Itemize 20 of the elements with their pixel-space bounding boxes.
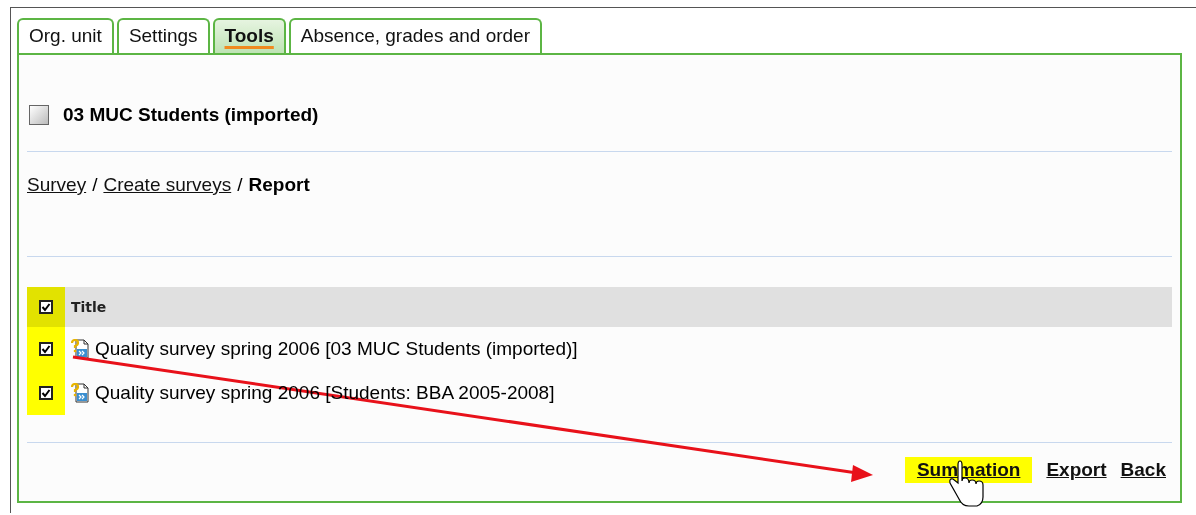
survey-title[interactable]: Quality survey spring 2006 [03 MUC Students (imported)]	[95, 338, 578, 360]
page-title: 03 MUC Students (imported)	[63, 104, 319, 126]
action-link[interactable]: Back	[1120, 457, 1166, 483]
breadcrumb-link[interactable]: Survey	[27, 174, 87, 196]
survey-icon	[71, 383, 89, 403]
breadcrumb-separator: /	[92, 174, 98, 196]
checkbox[interactable]	[39, 300, 53, 314]
tab[interactable]: Absence, grades and order	[288, 18, 542, 53]
tab[interactable]: Settings	[116, 18, 210, 53]
checkbox[interactable]	[39, 342, 53, 356]
breadcrumb-current: Report	[248, 174, 310, 196]
checkbox[interactable]	[39, 386, 53, 400]
tab[interactable]: Org. unit	[17, 18, 114, 53]
unit-icon	[29, 105, 49, 125]
breadcrumb-separator: /	[237, 174, 243, 196]
action-link[interactable]: Export	[1046, 457, 1107, 483]
survey-icon	[71, 339, 89, 359]
tab[interactable]: Tools	[212, 18, 286, 53]
breadcrumb-link[interactable]: Create surveys	[103, 174, 232, 196]
column-header: Title	[71, 298, 107, 317]
